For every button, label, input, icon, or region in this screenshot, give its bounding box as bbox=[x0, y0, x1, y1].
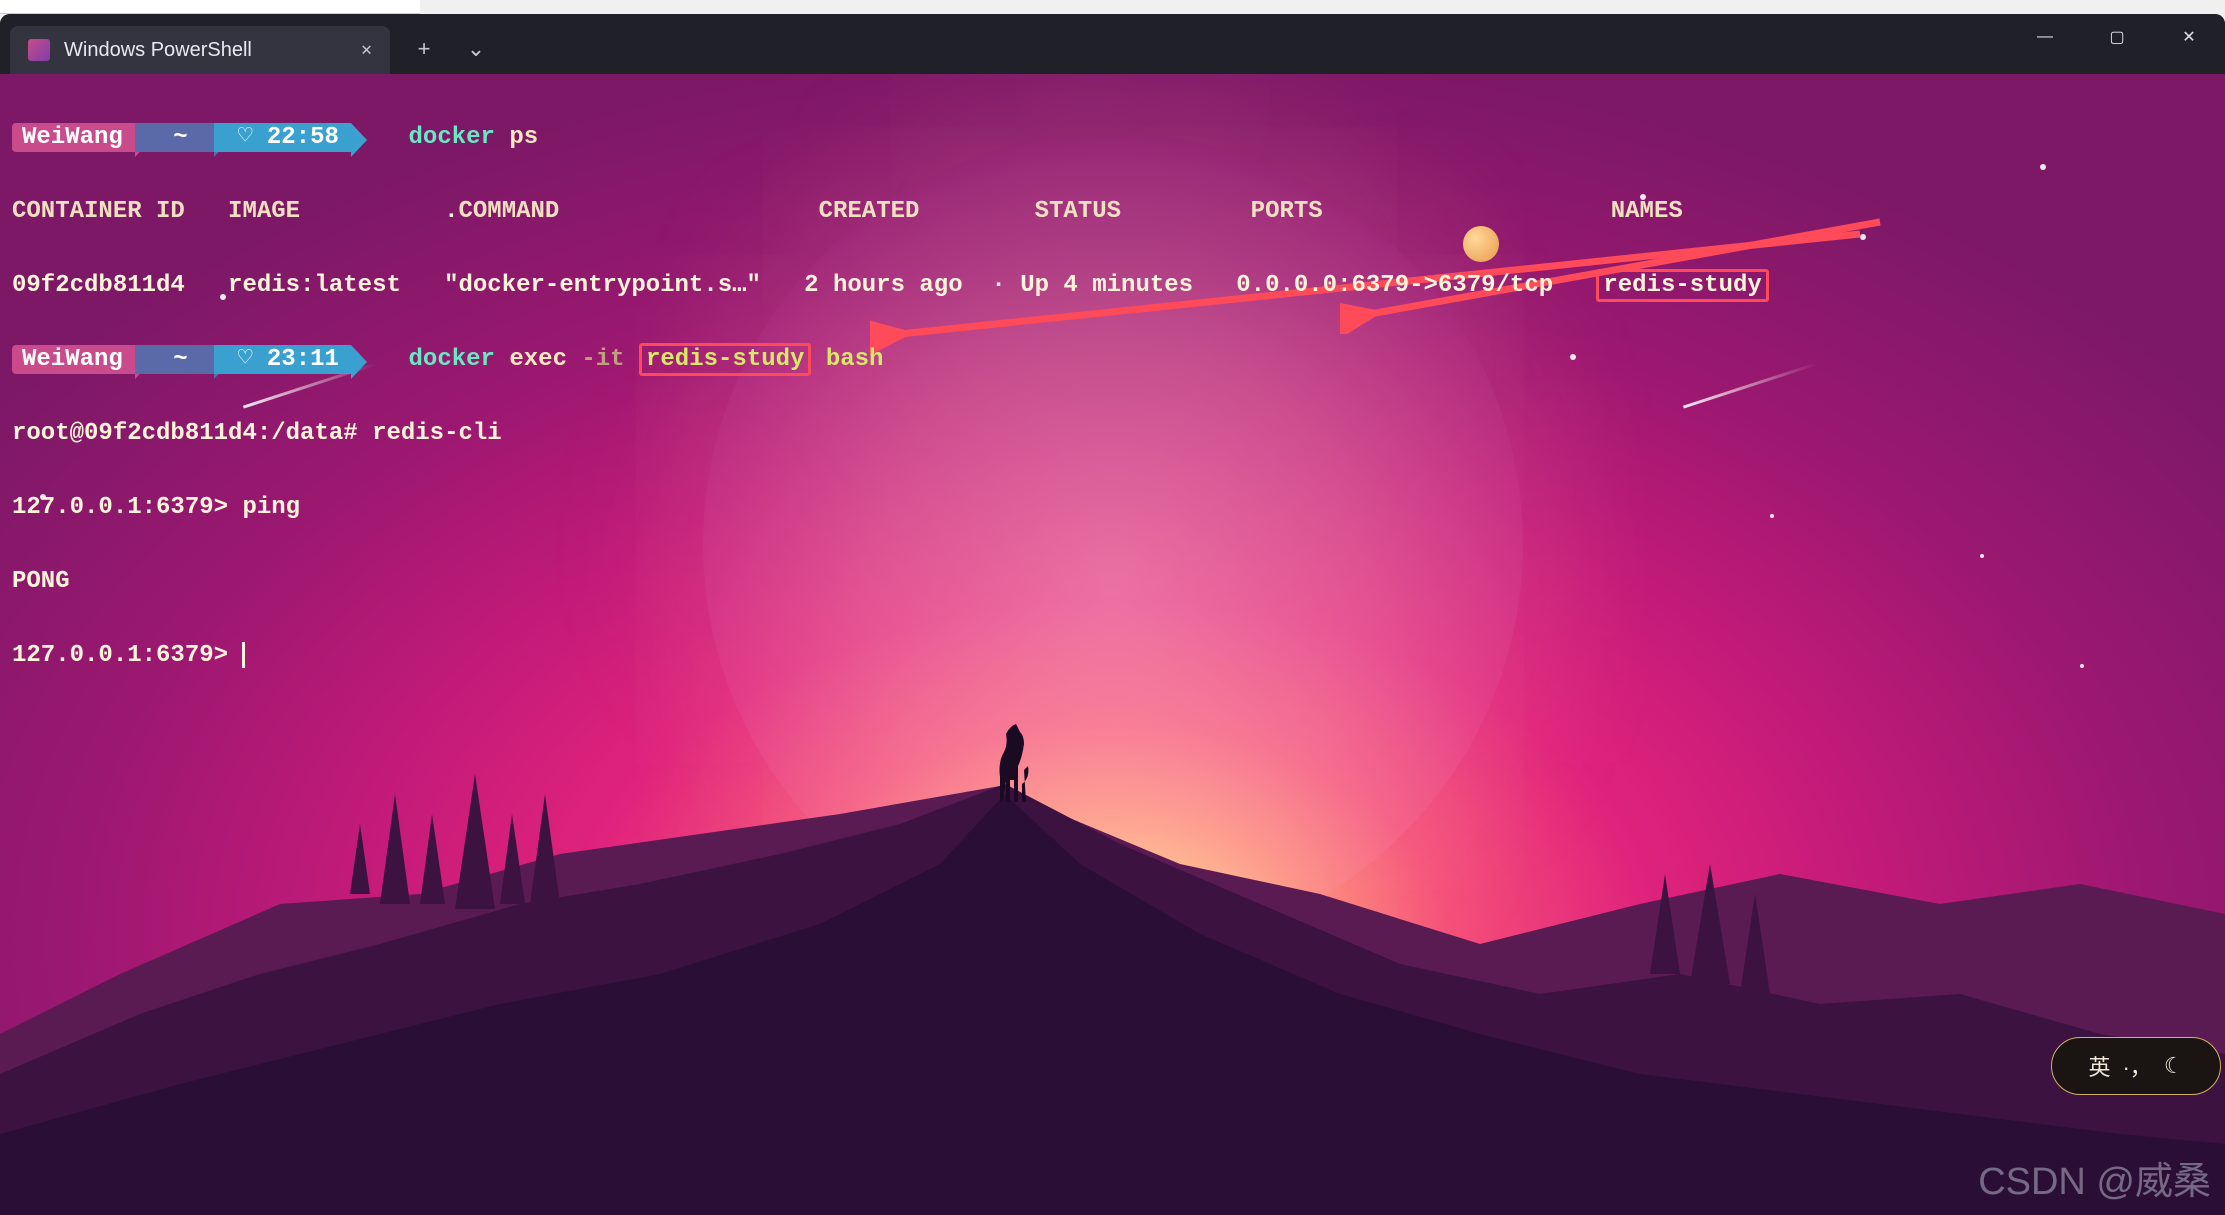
command-docker: docker bbox=[409, 124, 495, 151]
terminal-output: WeiWang ~ ♡ 22:58 docker ps CONTAINER ID… bbox=[0, 74, 1781, 756]
powershell-icon bbox=[28, 39, 50, 61]
redis-ping-line: 127.0.0.1:6379> ping bbox=[12, 489, 1769, 526]
ime-separator: ·， bbox=[2122, 1050, 2151, 1082]
prompt-time: ♡ 23:11 bbox=[214, 345, 351, 374]
titlebar: Windows PowerShell ✕ + ⌄ — ▢ ✕ bbox=[0, 14, 2225, 74]
redis-pong-line: PONG bbox=[12, 563, 1769, 600]
tab-close-icon[interactable]: ✕ bbox=[361, 39, 372, 61]
tab-powershell[interactable]: Windows PowerShell ✕ bbox=[10, 26, 390, 74]
subcommand-exec: exec bbox=[509, 346, 567, 373]
prompt-user: WeiWang bbox=[12, 345, 135, 374]
arg-bash: bash bbox=[826, 346, 884, 373]
minimize-button[interactable]: — bbox=[2009, 14, 2081, 60]
moon-icon: ☾ bbox=[2164, 1053, 2184, 1079]
maximize-button[interactable]: ▢ bbox=[2081, 14, 2153, 60]
prompt-line-1: WeiWang ~ ♡ 22:58 docker ps bbox=[12, 119, 1769, 156]
watermark-text: CSDN @威桑 bbox=[1978, 1150, 2211, 1205]
prompt-user: WeiWang bbox=[12, 123, 135, 152]
ps-header-row: CONTAINER ID IMAGE .COMMAND CREATED STAT… bbox=[12, 193, 1769, 230]
prompt-path: ~ bbox=[135, 345, 214, 374]
command-docker: docker bbox=[409, 346, 495, 373]
background-fragment bbox=[0, 0, 420, 14]
highlighted-container-name: redis-study bbox=[1596, 269, 1768, 302]
window-controls: — ▢ ✕ bbox=[2009, 14, 2225, 60]
ime-indicator[interactable]: 英 ·， ☾ bbox=[2051, 1037, 2221, 1095]
ps-data-row: 09f2cdb811d4 redis:latest "docker-entryp… bbox=[12, 267, 1769, 304]
tab-menu-button[interactable]: ⌄ bbox=[454, 29, 498, 69]
tab-title: Windows PowerShell bbox=[64, 39, 252, 62]
subcommand-ps: ps bbox=[509, 124, 538, 151]
prompt-path: ~ bbox=[135, 123, 214, 152]
root-prompt-line: root@09f2cdb811d4:/data# redis-cli bbox=[12, 415, 1769, 452]
flag-it: -it bbox=[581, 346, 624, 373]
ime-label: 英 bbox=[2088, 1050, 2110, 1082]
prompt-line-2: WeiWang ~ ♡ 23:11 docker exec -it redis-… bbox=[12, 341, 1769, 378]
new-tab-button[interactable]: + bbox=[402, 29, 446, 69]
highlighted-container-arg: redis-study bbox=[639, 343, 811, 376]
cursor-icon bbox=[242, 642, 245, 668]
terminal-window: Windows PowerShell ✕ + ⌄ — ▢ ✕ bbox=[0, 14, 2225, 1215]
close-button[interactable]: ✕ bbox=[2153, 14, 2225, 60]
redis-prompt-line: 127.0.0.1:6379> bbox=[12, 637, 1769, 674]
prompt-time: ♡ 22:58 bbox=[214, 123, 351, 152]
terminal-body[interactable]: WeiWang ~ ♡ 22:58 docker ps CONTAINER ID… bbox=[0, 74, 2225, 1215]
